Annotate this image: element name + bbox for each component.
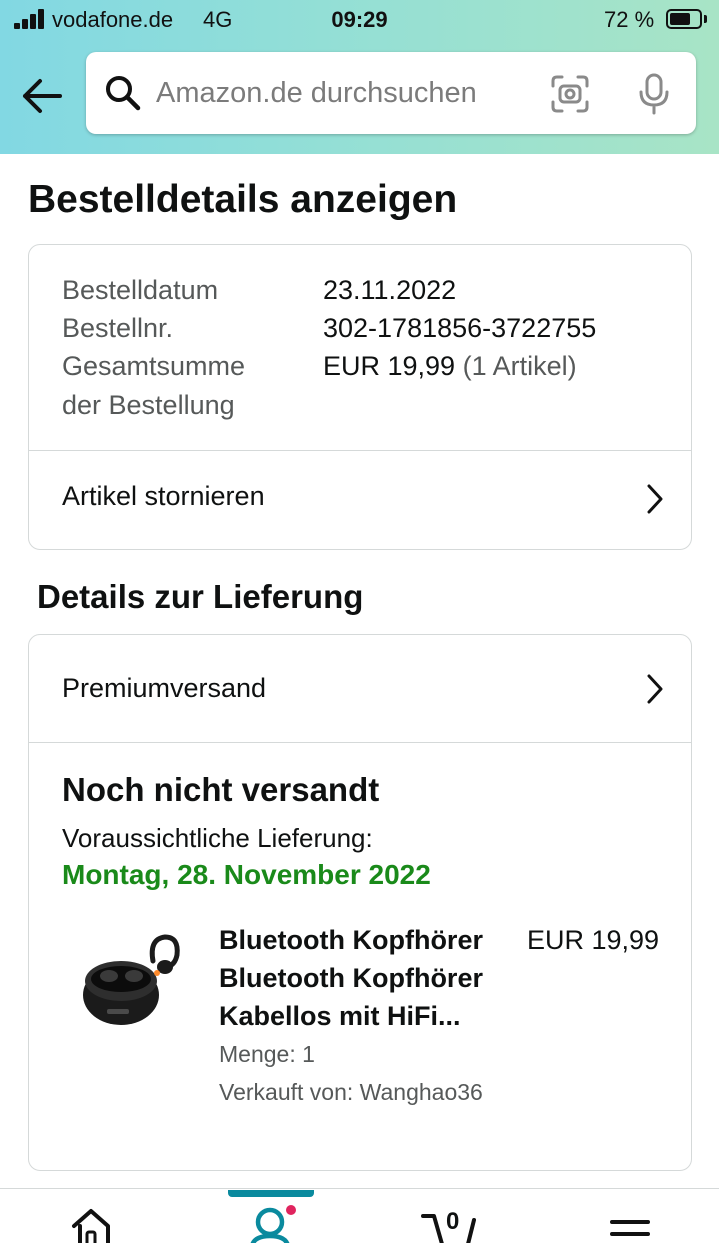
camera-scan-icon[interactable] xyxy=(550,74,590,114)
app-header: vodafone.de 4G 09:29 72 % xyxy=(0,0,719,154)
product-title-line: Bluetooth Kopfhörer xyxy=(219,963,483,993)
battery-percentage: 72 % xyxy=(604,7,655,32)
home-icon[interactable] xyxy=(70,1206,112,1243)
order-total-label: Gesamtsumme xyxy=(62,351,246,381)
product-title-link[interactable]: Bluetooth Kopfhörer Bluetooth Kopfhörer … xyxy=(219,921,519,1035)
order-total-label-line1: Gesamtsumme xyxy=(62,347,245,385)
search-bar[interactable] xyxy=(86,52,696,134)
battery-tip xyxy=(704,15,707,23)
chevron-right-icon xyxy=(647,484,663,514)
product-title-line: Bluetooth Kopfhörer xyxy=(219,925,483,955)
cancel-items-label: Artikel stornieren xyxy=(62,481,265,511)
order-total-amount: EUR 19,99 xyxy=(323,351,456,381)
order-number-value: 302-1781856-3722755 xyxy=(323,313,597,343)
shipping-method-label: Premiumversand xyxy=(62,673,267,703)
shipment-status: Noch nicht versandt xyxy=(62,771,380,808)
search-icon xyxy=(106,76,141,111)
delivery-section-title: Details zur Lieferung xyxy=(37,578,364,615)
microphone-icon[interactable] xyxy=(636,72,672,116)
back-button[interactable] xyxy=(20,76,64,116)
order-date-row: Bestelldatum xyxy=(62,271,218,309)
order-total-label-continued: der Bestellung xyxy=(62,390,235,420)
notification-dot xyxy=(284,1203,298,1217)
product-title-line: Kabellos mit HiFi... xyxy=(219,1001,461,1031)
shipping-method-link[interactable]: Premiumversand xyxy=(29,635,691,733)
arrow-left-icon xyxy=(23,79,62,113)
product-quantity: Menge: 1 xyxy=(219,1041,315,1067)
order-total-label-line2: der Bestellung xyxy=(62,386,235,424)
search-input[interactable] xyxy=(156,72,516,114)
battery-level-fill xyxy=(670,13,691,25)
battery-icon xyxy=(666,9,702,29)
order-total-value: EUR 19,99 (1 Artikel) xyxy=(323,347,577,385)
product-price: EUR 19,99 xyxy=(527,925,660,955)
earbuds-image[interactable] xyxy=(79,931,185,1031)
delivery-card: Premiumversand Noch nicht versandt Vorau… xyxy=(28,634,692,1171)
product-seller: Verkauft von: Wanghao36 xyxy=(219,1079,483,1105)
order-number-label: Bestellnr. xyxy=(62,313,174,343)
cancel-items-link[interactable]: Artikel stornieren xyxy=(29,451,691,549)
chevron-right-icon xyxy=(647,674,663,704)
page-title: Bestelldetails anzeigen xyxy=(28,178,458,221)
divider xyxy=(29,742,691,743)
cart-count: 0 xyxy=(446,1208,460,1235)
order-number-row: Bestellnr. xyxy=(62,309,173,347)
order-item-count: (1 Artikel) xyxy=(462,351,577,381)
status-bar: vodafone.de 4G 09:29 72 % xyxy=(0,0,719,40)
order-date-value: 23.11.2022 xyxy=(323,275,457,305)
menu-icon[interactable] xyxy=(610,1206,650,1243)
expected-delivery-label: Voraussichtliche Lieferung: xyxy=(62,823,373,853)
expected-delivery-date: Montag, 28. November 2022 xyxy=(62,859,431,890)
order-date-label: Bestelldatum xyxy=(62,275,219,305)
order-summary-card: Bestelldatum 23.11.2022 Bestellnr. 302-1… xyxy=(28,244,692,550)
active-tab-indicator xyxy=(228,1190,314,1197)
